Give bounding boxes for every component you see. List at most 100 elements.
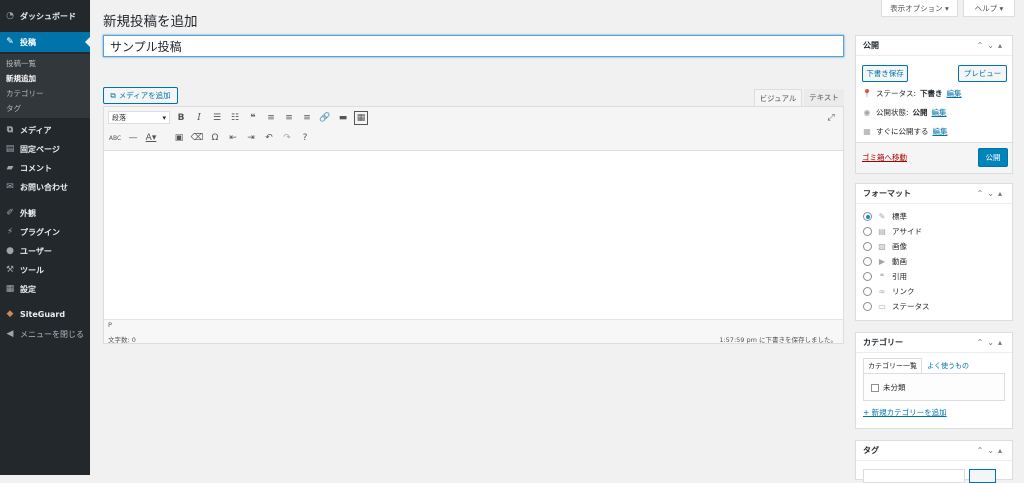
link-icon[interactable]: 🔗 — [318, 111, 332, 125]
format-option-quote[interactable]: ❝ 引用 — [863, 271, 907, 282]
post-title-input[interactable]: サンプル投稿 — [103, 35, 844, 57]
read-more-icon[interactable]: ▬ — [336, 111, 350, 125]
panel-arrows-icon[interactable]: ⌃⌄▴ — [977, 189, 1006, 198]
format-option-video[interactable]: ▶ 動画 — [863, 256, 907, 267]
sidebar-collapse[interactable]: ◀ メニューを閉じる — [0, 324, 90, 344]
undo-icon[interactable]: ↶ — [262, 131, 276, 145]
publish-button[interactable]: 公開 — [978, 148, 1008, 167]
eye-icon: ◉ — [863, 108, 871, 117]
radio[interactable] — [863, 302, 872, 311]
pin-icon: ✎ — [6, 37, 14, 47]
sidebar-item-siteguard[interactable]: ◆ SiteGuard — [0, 304, 90, 324]
edit-schedule-link[interactable]: 編集 — [933, 126, 948, 137]
add-new-category-link[interactable]: + 新規カテゴリーを追加 — [863, 407, 947, 418]
video-icon: ▶ — [878, 257, 886, 266]
format-select[interactable]: 段落 ▾ — [108, 111, 170, 124]
edit-status-link[interactable]: 編集 — [947, 88, 962, 99]
strikethrough-icon[interactable]: ABC — [108, 131, 122, 145]
format-option-status[interactable]: ▭ ステータス — [863, 301, 930, 312]
sidebar-item-posts[interactable]: ✎ 投稿 — [0, 32, 90, 52]
align-right-icon[interactable]: ≡ — [300, 111, 314, 125]
quote-icon: ❝ — [879, 272, 885, 281]
link-icon: ∞ — [878, 287, 886, 296]
dashboard-icon: ◔ — [6, 11, 14, 21]
text-color-icon[interactable]: A▾ — [144, 131, 158, 145]
word-count: 文字数: 0 — [108, 336, 136, 344]
tags-panel-header: タグ ⌃⌄▴ — [856, 441, 1012, 461]
chevron-down-icon: ▾ — [162, 113, 166, 122]
format-option-link[interactable]: ∞ リンク — [863, 286, 915, 297]
add-tag-button[interactable] — [969, 469, 996, 483]
siteguard-icon: ◆ — [6, 309, 14, 319]
add-media-button[interactable]: ⧉ メディアを追加 — [103, 87, 178, 104]
fullscreen-icon[interactable]: ⤢ — [824, 111, 838, 125]
sidebar-subitem-all-posts[interactable]: 投稿一覧 — [6, 58, 36, 69]
sidebar-item-plugins[interactable]: ⚡ プラグイン — [0, 222, 90, 242]
user-icon: ● — [6, 246, 14, 256]
outdent-icon[interactable]: ⇤ — [226, 131, 240, 145]
paste-text-icon[interactable]: ▣ — [172, 131, 186, 145]
toolbar-toggle-icon[interactable]: ▦ — [354, 111, 368, 125]
tab-all-categories[interactable]: カテゴリー一覧 — [863, 358, 922, 373]
categories-panel-header: カテゴリー ⌃⌄▴ — [856, 333, 1012, 353]
italic-icon[interactable]: I — [192, 111, 206, 125]
sidebar-item-pages[interactable]: ▤ 固定ページ — [0, 139, 90, 159]
sidebar-item-media[interactable]: ⧉ メディア — [0, 120, 90, 140]
special-char-icon[interactable]: Ω — [208, 131, 222, 145]
sidebar-subitem-categories[interactable]: カテゴリー — [6, 88, 44, 99]
align-left-icon[interactable]: ≡ — [264, 111, 278, 125]
quote-icon[interactable]: ❝ — [246, 111, 260, 125]
format-option-standard[interactable]: ✎ 標準 — [863, 211, 907, 222]
radio[interactable] — [863, 287, 872, 296]
radio[interactable] — [863, 212, 872, 221]
radio[interactable] — [863, 227, 872, 236]
sidebar-item-settings[interactable]: ▦ 設定 — [0, 279, 90, 299]
editor-toolbar: 段落 ▾ B I ☰ ☷ ❝ ≡ ≡ ≡ 🔗 ▬ ▦ ⤢ ABC — A▾ ▣ ⌫… — [104, 107, 843, 151]
help-button[interactable]: ヘルプ ▾ — [963, 0, 1015, 17]
panel-arrows-icon[interactable]: ⌃⌄▴ — [977, 446, 1006, 455]
tab-visual[interactable]: ビジュアル — [754, 89, 802, 106]
editor-content-area[interactable] — [104, 152, 843, 318]
pin-icon: 📍 — [862, 89, 872, 98]
help-icon[interactable]: ? — [298, 131, 312, 145]
tab-text[interactable]: テキスト — [804, 89, 844, 106]
sidebar-subitem-add-new[interactable]: 新規追加 — [6, 73, 36, 84]
autosave-status: 1:57:59 pm に下書きを保存しました。 — [719, 336, 837, 344]
sidebar-item-comments[interactable]: ▰ コメント — [0, 158, 90, 178]
bold-icon[interactable]: B — [174, 111, 188, 125]
redo-icon[interactable]: ↷ — [280, 131, 294, 145]
format-option-image[interactable]: ▨ 画像 — [863, 241, 907, 252]
panel-arrows-icon[interactable]: ⌃⌄▴ — [977, 338, 1006, 347]
trash-link[interactable]: ゴミ箱へ移動 — [862, 152, 907, 163]
radio[interactable] — [863, 257, 872, 266]
sidebar-item-tools[interactable]: ⚒ ツール — [0, 260, 90, 280]
clear-format-icon[interactable]: ⌫ — [190, 131, 204, 145]
align-center-icon[interactable]: ≡ — [282, 111, 296, 125]
visibility-row: ◉ 公開状態: 公開 編集 — [863, 107, 947, 118]
checkbox[interactable] — [871, 383, 879, 392]
format-option-aside[interactable]: ▤ アサイド — [863, 226, 922, 237]
screen-options-button[interactable]: 表示オプション ▾ — [881, 0, 958, 17]
preview-button[interactable]: プレビュー — [958, 65, 1007, 82]
category-item-uncategorized[interactable]: 未分類 — [871, 382, 906, 393]
sidebar-item-users[interactable]: ● ユーザー — [0, 241, 90, 261]
numbered-list-icon[interactable]: ☷ — [228, 111, 242, 125]
sidebar-item-dashboard[interactable]: ◔ ダッシュボード — [0, 6, 90, 26]
sidebar-item-appearance[interactable]: ✐ 外観 — [0, 203, 90, 223]
bullet-list-icon[interactable]: ☰ — [210, 111, 224, 125]
radio[interactable] — [863, 242, 872, 251]
tab-popular-categories[interactable]: よく使うもの — [927, 358, 969, 373]
categories-panel: カテゴリー ⌃⌄▴ カテゴリー一覧 よく使うもの 未分類 + 新規カテゴリーを追加 — [855, 332, 1013, 429]
publish-panel-header: 公開 ⌃⌄▴ — [856, 36, 1012, 56]
admin-sidebar: ◔ ダッシュボード ✎ 投稿 投稿一覧 新規追加 カテゴリー タグ ⧉ メディア ▤ 固… — [0, 0, 90, 475]
horizontal-line-icon[interactable]: — — [126, 131, 140, 145]
indent-icon[interactable]: ⇥ — [244, 131, 258, 145]
sidebar-item-contact[interactable]: ✉ お問い合わせ — [0, 177, 90, 197]
tag-input[interactable] — [863, 469, 965, 483]
radio[interactable] — [863, 272, 872, 281]
save-draft-button[interactable]: 下書き保存 — [862, 65, 908, 82]
settings-icon: ▦ — [5, 284, 15, 294]
edit-visibility-link[interactable]: 編集 — [932, 107, 947, 118]
sidebar-subitem-tags[interactable]: タグ — [6, 103, 21, 114]
panel-arrows-icon[interactable]: ⌃⌄▴ — [977, 41, 1006, 50]
